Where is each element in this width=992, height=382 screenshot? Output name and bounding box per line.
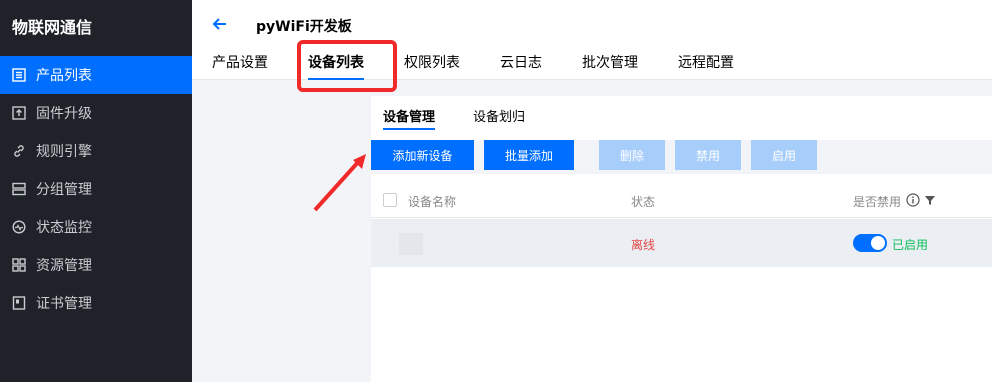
enable-toggle[interactable] xyxy=(853,234,887,252)
arrow-left-icon[interactable] xyxy=(210,14,230,34)
info-icon[interactable] xyxy=(906,193,920,207)
column-disabled: 是否禁用 xyxy=(853,195,902,209)
device-name-redacted xyxy=(399,233,423,255)
sidebar-item-label: 分组管理 xyxy=(36,182,92,198)
tab-permission-list[interactable]: 权限列表 xyxy=(404,52,460,80)
sidebar-item-label: 产品列表 xyxy=(36,68,92,84)
enable-button[interactable]: 启用 xyxy=(751,140,817,170)
tab-cloud-log[interactable]: 云日志 xyxy=(500,52,542,80)
device-subtabs: 设备管理 设备划归 xyxy=(383,106,563,130)
sidebar-item-label: 状态监控 xyxy=(36,220,92,236)
certificate-icon xyxy=(12,296,26,310)
sidebar-item-label: 固件升级 xyxy=(36,106,92,122)
table-row[interactable]: 离线 已启用 xyxy=(371,219,992,267)
add-device-button[interactable]: 添加新设备 xyxy=(371,140,474,170)
page-title: pyWiFi开发板 xyxy=(256,19,352,35)
link-icon xyxy=(12,144,26,158)
sidebar-item-label: 规则引擎 xyxy=(36,144,92,160)
disable-button[interactable]: 禁用 xyxy=(675,140,741,170)
tab-remote-config[interactable]: 远程配置 xyxy=(678,52,734,80)
device-toolbar: 添加新设备 批量添加 删除 禁用 启用 xyxy=(371,140,992,174)
sidebar-item-label: 证书管理 xyxy=(36,296,92,312)
column-status: 状态 xyxy=(631,195,656,209)
sidebar-item-firmware-upgrade[interactable]: 固件升级 xyxy=(0,94,192,132)
grid-icon xyxy=(12,258,26,272)
sidebar-item-product-list[interactable]: 产品列表 xyxy=(0,56,192,94)
sidebar-item-label: 资源管理 xyxy=(36,258,92,274)
batch-add-button[interactable]: 批量添加 xyxy=(484,140,574,170)
table-header: 设备名称 状态 是否禁用 xyxy=(371,182,992,218)
upload-icon xyxy=(12,106,26,120)
column-device-name: 设备名称 xyxy=(408,195,457,209)
device-panel: 设备管理 设备划归 添加新设备 批量添加 删除 禁用 启用 设备名称 状态 是否… xyxy=(371,96,992,382)
sidebar-item-group-management[interactable]: 分组管理 xyxy=(0,170,192,208)
enabled-text: 已启用 xyxy=(892,238,929,252)
list-icon xyxy=(12,68,26,82)
server-icon xyxy=(12,182,26,196)
sidebar: 物联网通信 产品列表 固件升级 规则引擎 分组管理 状态监控 资源管理 证书管理 xyxy=(0,0,192,382)
select-all-checkbox[interactable] xyxy=(383,193,397,207)
tab-device-assignment[interactable]: 设备划归 xyxy=(473,106,525,130)
sidebar-item-status-monitor[interactable]: 状态监控 xyxy=(0,208,192,246)
red-arrow-annotation xyxy=(313,154,366,212)
tab-device-management[interactable]: 设备管理 xyxy=(383,106,436,130)
sidebar-item-resource-management[interactable]: 资源管理 xyxy=(0,246,192,284)
filter-icon[interactable] xyxy=(924,193,936,207)
red-highlight-box xyxy=(297,40,397,92)
status-offline: 离线 xyxy=(631,238,656,252)
tab-batch-management[interactable]: 批次管理 xyxy=(582,52,638,80)
sidebar-item-certificate-management[interactable]: 证书管理 xyxy=(0,284,192,322)
sidebar-item-rule-engine[interactable]: 规则引擎 xyxy=(0,132,192,170)
brand-title: 物联网通信 xyxy=(12,18,93,37)
delete-button[interactable]: 删除 xyxy=(599,140,665,170)
tab-product-settings[interactable]: 产品设置 xyxy=(212,52,268,80)
monitor-icon xyxy=(12,220,26,234)
